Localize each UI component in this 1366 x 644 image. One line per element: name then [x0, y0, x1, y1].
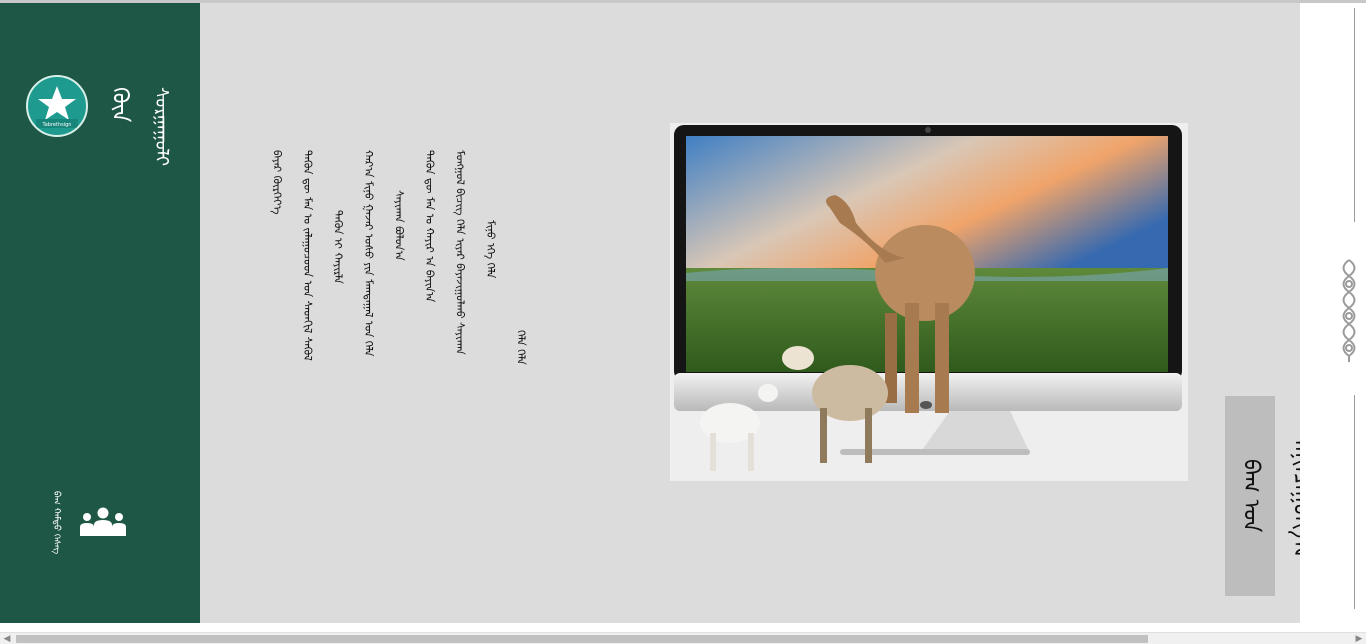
scrollbar-thumb[interactable]: [16, 635, 1148, 643]
monitor-illustration: [670, 123, 1188, 481]
poem-line: ᠬᠡᠯᠡ ᠬᠡᠯᠡ: [514, 330, 528, 365]
poem-line: ᠲᠡᠭᠦᠨ ᠳᠦ ᠮᠠᠨ ᠤ ᠬᠠᠶᠢᠷ ᠠ ᠪᠠᠶᠢᠨ᠎ᠠ: [423, 150, 436, 303]
divider: [1354, 395, 1355, 609]
poem: ᠪᠠᠶᠠᠷ ᠬᠦᠷᠭᠡᠶ᠎ᠡ ᠲᠡᠭᠦᠨ ᠳᠦ ᠮᠠᠨ ᠤ ᠵᠠᠯᠠᠭᠤᠴᠤᠳ …: [268, 150, 529, 430]
divider: [1354, 8, 1355, 222]
section-badge-label: ᠪᠠᠭ ᠤᠨ ᠲᠠᠨᠢᠯᠴᠠᠭᠤᠯᠭ᠎ᠠ: [1238, 433, 1313, 559]
brand-title-line-2: ᠰᠤᠷᠭᠠᠭᠤᠯᠢ: [151, 87, 172, 167]
team-link[interactable]: ᠪᠠᠭ ᠬᠠᠮᠲᠤ ᠬᠡᠰᠡᠭ: [48, 491, 128, 561]
sidebar: Tabrethsign ᠬᠦᠨ ᠰᠤᠷᠭᠠᠭᠤᠯᠢ ᠪᠠᠭ ᠬᠠᠮᠲᠤ ᠬᠡᠰᠡ…: [0, 3, 200, 623]
logo-text: Tabrethsign: [42, 122, 72, 128]
poem-line: ᠲᠡᠭᠦᠨ ᠢ ᠬᠠᠶᠢᠷᠯᠠ: [331, 210, 345, 284]
poem-line: ᠬᠠᠷ᠎ᠠ ᠮᠢᠨᠤ ᠭᠠᠵᠠᠷ ᠤᠰᠤ ᠶᠢᠨ ᠮᠠᠭᠲᠠᠭᠠᠯ ᠤᠨ ᠬᠡᠯ…: [362, 150, 375, 357]
scroll-right-arrow-icon[interactable]: ▶: [1354, 633, 1364, 644]
poem-line: ᠲᠡᠭᠦᠨ ᠳᠦ ᠮᠠᠨ ᠤ ᠵᠠᠯᠠᠭᠤᠴᠤᠳ ᠤᠨ ᠰᠡᠳᠬᠢᠯ ᠰᠡᠭᠦᠯ: [301, 150, 314, 361]
brand-title-line-1: ᠬᠦᠨ: [107, 87, 132, 123]
poem-line: ᠪᠠᠶᠠᠷ ᠬᠦᠷᠭᠡᠶ᠎ᠡ: [270, 150, 284, 215]
team-label: ᠪᠠᠭ ᠬᠠᠮᠲᠤ ᠬᠡᠰᠡᠭ: [48, 491, 64, 561]
poem-line: ᠮᠢᠨᠤ ᠡᠭᠡ ᠬᠡᠯᠡ: [484, 220, 497, 279]
hero-image: [670, 123, 1188, 481]
users-icon: [80, 507, 126, 536]
logo[interactable]: Tabrethsign: [26, 75, 88, 137]
scroll-left-arrow-icon[interactable]: ◀: [2, 633, 12, 644]
poem-line: ᠮᠤᠩᠭᠤᠯ ᠪᠢᠴᠢᠭ ᠬᠡᠯᠡ ᠢᠶᠠᠷ ᠪᠠᠶᠠᠵᠢᠭᠤᠯᠬᠤ ᠰᠠᠶᠢᠬ…: [453, 150, 467, 355]
poem-line: ᠰᠠᠶᠢᠬᠠᠨ ᠪᠤᠯᠤᠨ᠎ᠠ: [392, 190, 406, 261]
mongolian-knot-ornament-icon: [1342, 259, 1356, 362]
horizontal-scrollbar[interactable]: ◀ ▶: [0, 632, 1366, 644]
page: Tabrethsign ᠬᠦᠨ ᠰᠤᠷᠭᠠᠭᠤᠯᠢ ᠪᠠᠭ ᠬᠠᠮᠲᠤ ᠬᠡᠰᠡ…: [0, 0, 1366, 644]
section-badge[interactable]: ᠪᠠᠭ ᠤᠨ ᠲᠠᠨᠢᠯᠴᠠᠭᠤᠯᠭ᠎ᠠ: [1225, 396, 1313, 596]
